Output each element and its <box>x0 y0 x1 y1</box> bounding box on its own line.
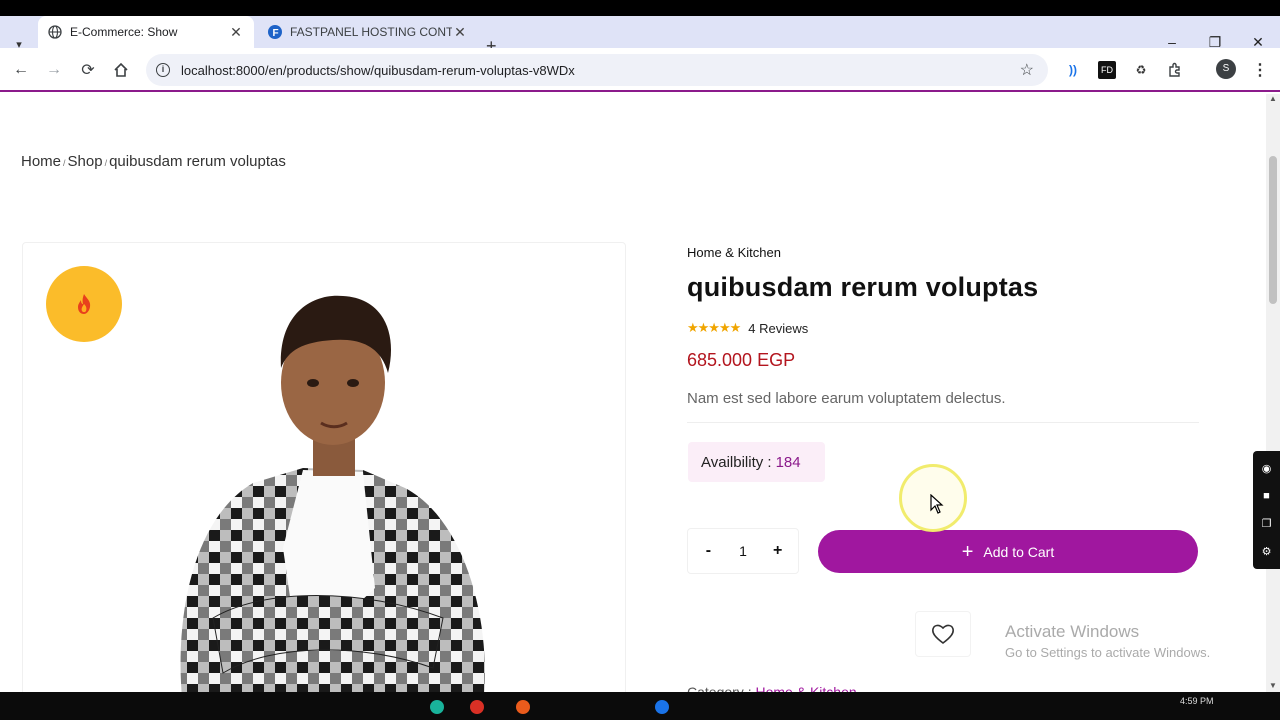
product-rating: ★★★★★ 4 Reviews <box>687 320 808 336</box>
screen: ▾ E-Commerce: Show ✕ F FASTPANEL HOSTING… <box>0 0 1280 720</box>
watermark-subtitle: Go to Settings to activate Windows. <box>1005 645 1211 660</box>
home-icon[interactable] <box>110 59 132 81</box>
product-image-card[interactable] <box>22 242 626 702</box>
taskbar-app-icon[interactable] <box>516 700 530 714</box>
taskbar-app-icon[interactable] <box>430 700 444 714</box>
scrollbar-thumb[interactable] <box>1269 156 1277 304</box>
product-page: Home / Shop / quibusdam rerum voluptas H… <box>0 94 1266 702</box>
wishlist-button[interactable] <box>915 611 971 657</box>
back-arrow-icon[interactable]: ← <box>10 59 32 81</box>
scroll-down-icon[interactable]: ▼ <box>1269 681 1277 690</box>
browser-menu-icon[interactable]: ⋮ <box>1252 60 1268 80</box>
breadcrumb-current: quibusdam rerum voluptas <box>109 153 286 170</box>
quantity-value[interactable]: 1 <box>739 543 747 559</box>
bookmark-star-icon[interactable]: ☆ <box>1020 60 1034 80</box>
breadcrumb: Home / Shop / quibusdam rerum voluptas <box>21 153 286 170</box>
extension-wave-icon[interactable]: )) <box>1064 61 1082 79</box>
divider <box>687 422 1199 423</box>
window-capture-icon[interactable]: ❐ <box>1262 517 1272 530</box>
browser-toolbar: ← → ⟳ i localhost:8000/en/products/show/… <box>0 48 1280 92</box>
taskbar-app-icon[interactable] <box>655 700 669 714</box>
close-icon[interactable]: ✕ <box>452 24 468 41</box>
video-icon[interactable]: ■ <box>1263 490 1270 502</box>
recorder-toolbar: ◉ ■ ❐ ⚙ <box>1253 451 1280 569</box>
camera-icon[interactable]: ◉ <box>1262 462 1272 475</box>
product-price: 685.000 EGP <box>687 350 796 370</box>
add-to-cart-label: Add to Cart <box>983 543 1055 560</box>
taskbar-app-icon[interactable] <box>470 700 484 714</box>
scroll-up-icon[interactable]: ▲ <box>1269 94 1277 103</box>
reload-icon[interactable]: ⟳ <box>77 59 99 81</box>
rating-stars-icon: ★★★★★ <box>687 320 741 335</box>
browser-tab-strip: ▾ E-Commerce: Show ✕ F FASTPANEL HOSTING… <box>0 16 1280 56</box>
tab-label: FASTPANEL HOSTING CONTRO <box>290 25 452 39</box>
product-description: Nam est sed labore earum voluptatem dele… <box>687 390 1006 407</box>
globe-icon <box>48 25 62 39</box>
forward-arrow-icon[interactable]: → <box>43 59 65 81</box>
tab-label: E-Commerce: Show <box>70 25 178 39</box>
fastpanel-icon: F <box>268 25 282 39</box>
svg-text:F: F <box>273 28 279 39</box>
flame-icon <box>78 294 91 314</box>
address-bar[interactable]: i localhost:8000/en/products/show/quibus… <box>146 54 1048 86</box>
quantity-increase-button[interactable]: + <box>768 542 788 560</box>
tab-ecommerce-show[interactable]: E-Commerce: Show ✕ <box>38 16 254 48</box>
screen-top-edge <box>0 0 1280 16</box>
add-to-cart-button[interactable]: + Add to Cart <box>818 530 1198 573</box>
availability-badge: Availbility : 184 <box>688 442 825 482</box>
extension-fd-icon[interactable]: FD <box>1098 61 1116 79</box>
profile-avatar[interactable]: S <box>1216 59 1236 79</box>
product-photo <box>180 295 485 701</box>
activate-windows-watermark: Activate Windows Go to Settings to activ… <box>1005 622 1210 660</box>
settings-gear-icon[interactable]: ⚙ <box>1262 545 1272 558</box>
quantity-stepper: - 1 + <box>687 528 799 574</box>
plus-icon: + <box>961 540 974 563</box>
quantity-decrease-button[interactable]: - <box>698 542 718 560</box>
breadcrumb-separator: / <box>63 158 66 168</box>
heart-icon <box>932 624 954 645</box>
page-scrollbar[interactable]: ▲ ▼ <box>1266 94 1280 692</box>
breadcrumb-home-link[interactable]: Home <box>21 153 61 170</box>
tab-fastpanel[interactable]: F FASTPANEL HOSTING CONTRO ✕ <box>258 16 478 48</box>
url-text: localhost:8000/en/products/show/quibusda… <box>181 62 575 78</box>
mouse-cursor-icon <box>930 494 944 514</box>
breadcrumb-separator: / <box>104 158 108 168</box>
product-category[interactable]: Home & Kitchen <box>687 245 781 260</box>
breadcrumb-shop-link[interactable]: Shop <box>68 153 103 170</box>
extension-recycle-icon[interactable]: ♻ <box>1132 61 1150 79</box>
close-icon[interactable]: ✕ <box>228 24 244 41</box>
product-title: quibusdam rerum voluptas <box>687 272 1039 302</box>
os-taskbar: 4:59 PM <box>0 692 1280 720</box>
availability-label: Availbility : <box>701 453 772 471</box>
taskbar-clock: 4:59 PM <box>1180 696 1214 706</box>
reviews-count[interactable]: 4 Reviews <box>748 321 808 336</box>
extensions-puzzle-icon[interactable] <box>1166 61 1184 79</box>
site-info-icon[interactable]: i <box>156 63 170 77</box>
hot-badge <box>46 266 122 342</box>
availability-count: 184 <box>775 453 801 471</box>
watermark-title: Activate Windows <box>1005 622 1140 641</box>
